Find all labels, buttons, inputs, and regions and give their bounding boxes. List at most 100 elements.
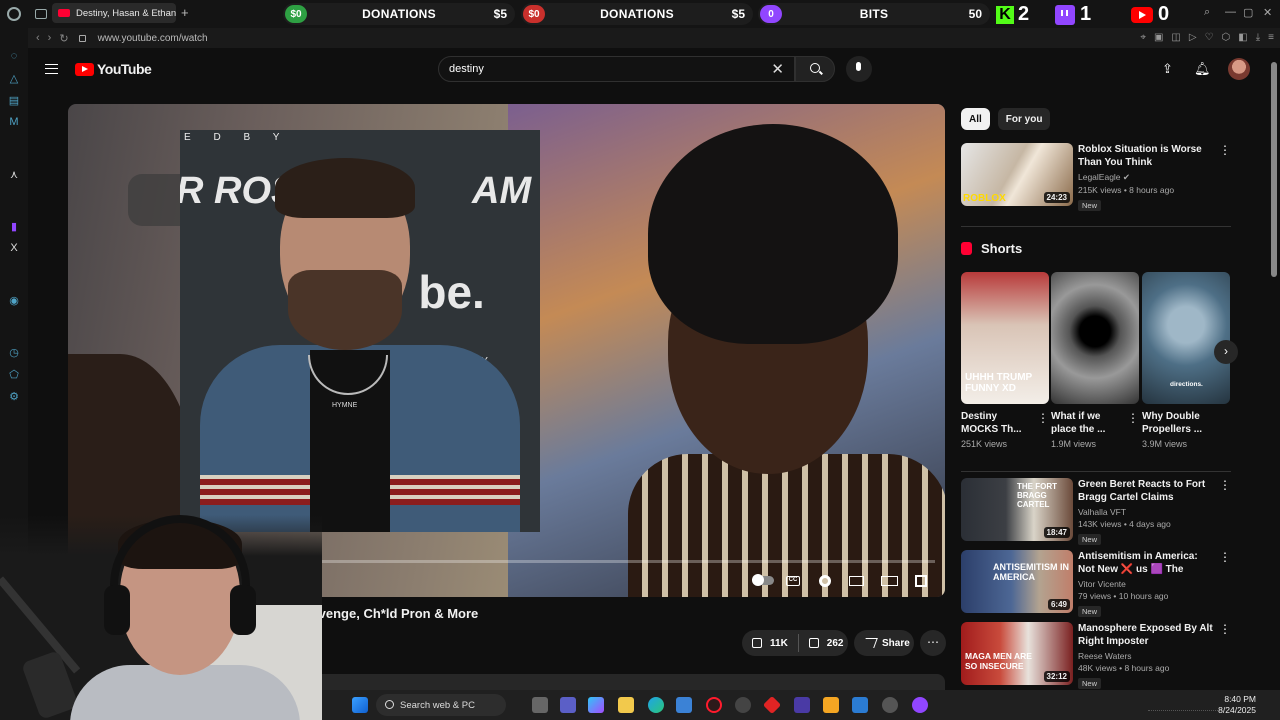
camera-icon[interactable]: ◫ bbox=[1171, 32, 1180, 43]
extensions-icon[interactable]: ⬡ bbox=[1222, 32, 1231, 43]
file-explorer-icon[interactable] bbox=[618, 697, 634, 713]
more-options-icon[interactable]: ⋮ bbox=[1037, 411, 1049, 425]
extensions-sidebar-icon[interactable]: ⬠ bbox=[8, 368, 20, 381]
shorts-next-button[interactable]: › bbox=[1214, 340, 1238, 364]
copilot-icon[interactable] bbox=[588, 697, 604, 713]
more-options-icon[interactable]: ⋮ bbox=[1219, 143, 1231, 157]
short-thumbnail[interactable] bbox=[1051, 272, 1139, 404]
opera-logo-icon[interactable] bbox=[7, 7, 21, 21]
search-tabs-icon[interactable]: ⌕ bbox=[1204, 6, 1210, 19]
like-count[interactable]: 11K bbox=[770, 638, 788, 649]
new-tab-button[interactable]: + bbox=[181, 5, 189, 20]
captions-icon[interactable]: CC bbox=[786, 576, 800, 586]
reload-icon[interactable]: ↻ bbox=[59, 32, 68, 45]
dislike-count[interactable]: 262 bbox=[827, 638, 844, 649]
x-sidebar-icon[interactable]: X bbox=[8, 242, 20, 254]
tab-manager-icon[interactable] bbox=[35, 9, 47, 19]
video-thumbnail[interactable]: THE FORT BRAGG CARTEL 18:47 bbox=[961, 478, 1073, 541]
player-sidebar-icon[interactable]: ◉ bbox=[8, 294, 20, 307]
video-title[interactable]: Manosphere Exposed By Alt Right Imposter bbox=[1078, 622, 1213, 648]
download-icon[interactable]: ⤓ bbox=[1256, 32, 1260, 43]
url-field[interactable]: www.youtube.com/watch bbox=[98, 33, 208, 44]
youtube-logo[interactable]: YouTube bbox=[75, 61, 152, 77]
recommended-video[interactable]: ANTISEMITISM IN AMERICA 6:49 Antisemitis… bbox=[961, 550, 1231, 617]
miniplayer-icon[interactable] bbox=[849, 576, 864, 586]
short-title[interactable]: Destiny MOCKS Th... bbox=[961, 410, 1033, 436]
more-options-icon[interactable]: ⋮ bbox=[1219, 622, 1231, 636]
snapshot-icon[interactable]: ▣ bbox=[1154, 32, 1163, 43]
more-options-icon[interactable]: ⋮ bbox=[1219, 550, 1231, 564]
taskbar-search[interactable]: Search web & PC bbox=[376, 694, 506, 716]
task-view-icon[interactable] bbox=[532, 697, 548, 713]
app-icon[interactable] bbox=[852, 697, 868, 713]
short-title[interactable]: What if we place the ... bbox=[1051, 410, 1123, 436]
back-icon[interactable]: ‹ bbox=[36, 32, 40, 44]
recommended-video[interactable]: THE FORT BRAGG CARTEL 18:47 Green Beret … bbox=[961, 478, 1231, 545]
video-title[interactable]: Roblox Situation is Worse Than You Think bbox=[1078, 143, 1213, 169]
recommended-video[interactable]: MAGA MEN ARE SO INSECURE 32:12 Manospher… bbox=[961, 622, 1231, 689]
account-avatar[interactable] bbox=[1228, 58, 1250, 80]
guide-menu-icon[interactable] bbox=[45, 64, 58, 74]
store-icon[interactable] bbox=[676, 697, 692, 713]
settings-gear-icon[interactable] bbox=[819, 575, 831, 587]
video-thumbnail[interactable]: ROBLOX 24:23 bbox=[961, 143, 1073, 206]
recommended-video[interactable]: ROBLOX 24:23 Roblox Situation is Worse T… bbox=[961, 143, 1231, 211]
heart-icon[interactable]: ♡ bbox=[1205, 32, 1214, 43]
short-thumbnail[interactable]: UHHH TRUMP FUNNY XD bbox=[961, 272, 1049, 404]
clock[interactable]: 8:40 PM 8/24/2025 bbox=[1218, 694, 1256, 716]
page-scrollbar[interactable] bbox=[1271, 62, 1277, 277]
search-button[interactable] bbox=[795, 56, 835, 82]
menu-icon[interactable]: ≡ bbox=[1268, 32, 1274, 43]
maximize-icon[interactable]: ▢ bbox=[1243, 6, 1253, 19]
app-icon[interactable] bbox=[882, 697, 898, 713]
system-tray-icons[interactable] bbox=[1148, 699, 1218, 711]
video-thumbnail[interactable]: ANTISEMITISM IN AMERICA 6:49 bbox=[961, 550, 1073, 613]
autoplay-toggle[interactable] bbox=[752, 574, 774, 586]
short-item[interactable]: UHHH TRUMP FUNNY XD Destiny MOCKS Th... … bbox=[961, 272, 1049, 449]
minimize-icon[interactable]: — bbox=[1225, 6, 1236, 18]
history-icon[interactable]: ◷ bbox=[8, 346, 20, 359]
chip-for-you[interactable]: For you bbox=[997, 108, 1051, 130]
chip-all[interactable]: All bbox=[961, 108, 990, 130]
aria-icon[interactable]: ◌ bbox=[8, 50, 20, 62]
short-thumbnail[interactable]: directions. bbox=[1142, 272, 1230, 404]
more-options-icon[interactable]: ⋮ bbox=[1219, 478, 1231, 492]
sidebar-app-icon[interactable]: M bbox=[8, 116, 20, 128]
like-icon[interactable] bbox=[752, 638, 762, 648]
sidebar-app-icon[interactable]: ⋏ bbox=[8, 168, 20, 181]
app-icon[interactable] bbox=[762, 695, 782, 715]
notifications-bell-icon[interactable]: 🔔︎ bbox=[1194, 61, 1211, 77]
pin-icon[interactable]: ⌖ bbox=[1140, 32, 1146, 43]
video-title[interactable]: Antisemitism in America: Not New ❌ us 🟪 … bbox=[1078, 550, 1213, 576]
twitch-sidebar-icon[interactable]: ▮ bbox=[8, 220, 20, 233]
windows-start-icon[interactable] bbox=[352, 697, 368, 713]
short-item[interactable]: What if we place the ... 1.9M views ⋮ bbox=[1051, 272, 1139, 449]
voice-search-button[interactable] bbox=[846, 56, 872, 82]
fullscreen-icon[interactable] bbox=[915, 575, 927, 587]
sidebar-app-icon[interactable]: △ bbox=[8, 72, 20, 85]
search-input[interactable]: destiny ✕ bbox=[438, 56, 795, 82]
browser-tab[interactable]: Destiny, Hasan & Ethan. A ✕ bbox=[52, 3, 176, 23]
channel-name[interactable]: Valhalla VFT bbox=[1078, 507, 1213, 517]
forward-icon[interactable]: › bbox=[48, 32, 52, 44]
clear-search-icon[interactable]: ✕ bbox=[771, 60, 784, 78]
sidebar-app-icon[interactable]: ▤ bbox=[8, 94, 20, 107]
channel-name[interactable]: LegalEagle ✔︎ bbox=[1078, 172, 1213, 183]
share-button[interactable]: Share bbox=[854, 630, 914, 656]
short-title[interactable]: Why Double Propellers ... bbox=[1142, 410, 1214, 436]
video-thumbnail[interactable]: MAGA MEN ARE SO INSECURE 32:12 bbox=[961, 622, 1073, 685]
edge-icon[interactable] bbox=[648, 697, 664, 713]
channel-name[interactable]: Vitor Vicente bbox=[1078, 579, 1213, 589]
close-window-icon[interactable]: ✕ bbox=[1263, 6, 1272, 19]
theater-mode-icon[interactable] bbox=[881, 576, 898, 586]
channel-name[interactable]: Reese Waters bbox=[1078, 651, 1213, 661]
more-actions-button[interactable]: ⋯ bbox=[920, 630, 946, 656]
player-icon[interactable]: ▷ bbox=[1189, 32, 1197, 43]
visual-studio-icon[interactable] bbox=[794, 697, 810, 713]
teams-icon[interactable] bbox=[560, 697, 576, 713]
opera-gx-icon[interactable] bbox=[706, 697, 722, 713]
settings-icon[interactable]: ⚙ bbox=[8, 390, 20, 403]
obs-icon[interactable] bbox=[735, 697, 751, 713]
dislike-icon[interactable] bbox=[808, 638, 819, 648]
video-title[interactable]: Green Beret Reacts to Fort Bragg Cartel … bbox=[1078, 478, 1213, 504]
